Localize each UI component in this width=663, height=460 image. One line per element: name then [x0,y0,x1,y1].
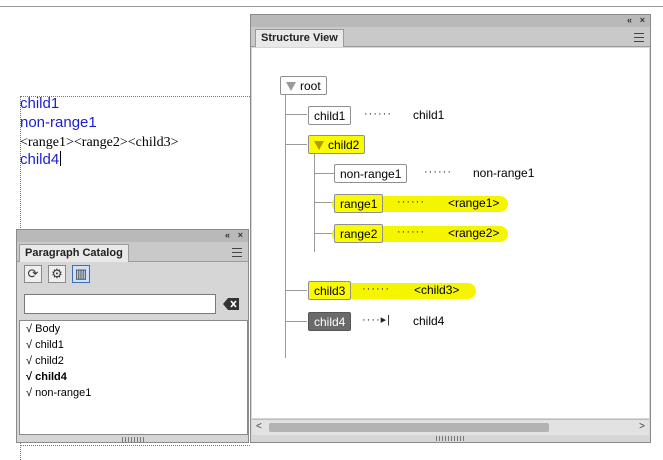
catalog-item-body[interactable]: √ Body [26,322,60,337]
text-caret [60,151,62,166]
tree-branch-line [314,202,334,203]
structure-view-tabrow: Structure View [251,27,650,47]
catalog-item-label: non-range1 [35,387,92,399]
hscroll-thumb[interactable] [269,423,549,432]
tree-branch-line [314,233,334,234]
collapse-panel-icon[interactable]: « [627,15,632,26]
tree-trunk-line [285,94,286,358]
resize-grip-icon[interactable] [436,436,464,441]
doc-para-child4[interactable]: child4 [20,150,62,169]
tree-node-child4[interactable]: child4 [308,312,352,331]
tree-node-range1[interactable]: range1 [334,194,384,213]
check-mark-icon: √ [26,339,33,351]
leader-dots: ····▸| [362,314,392,326]
node-value-range2: <range2> [448,226,500,240]
document-top-border [0,6,663,7]
leader-dots: ······ [397,226,425,238]
clear-search-icon[interactable] [222,296,240,312]
structure-tree-area: root child1 ······ child1 child2 non-ran… [252,48,649,418]
check-mark-icon: √ [26,387,33,399]
tree-sub-trunk-line [314,154,315,252]
tree-branch-line [285,290,307,291]
catalog-item-label: Body [35,323,61,335]
delete-icon[interactable]: ▥ [72,265,90,283]
catalog-list: √ Body √ child1 √ child2 √ child4 √ non-… [19,320,248,435]
catalog-item-label: child4 [35,371,67,383]
paragraph-catalog-panel: « × Paragraph Catalog ⟳ ⚙ ▥ √ Body √ chi… [16,229,249,443]
check-mark-icon: √ [26,355,33,367]
close-panel-icon[interactable]: × [640,15,645,26]
node-value-child1: child1 [413,108,445,122]
structure-hscrollbar[interactable]: < > [252,419,649,435]
resize-grip-icon[interactable] [122,437,144,442]
tree-branch-line [314,173,334,174]
tree-node-root[interactable]: root [280,76,327,95]
gear-icon[interactable]: ⚙ [48,265,66,283]
tab-structure-view[interactable]: Structure View [255,29,344,47]
paragraph-catalog-tabrow: Paragraph Catalog [17,242,248,262]
collapse-panel-icon[interactable]: « [225,230,230,241]
tree-node-child1[interactable]: child1 [308,106,352,125]
text-frame-bottom-edge [20,445,250,446]
catalog-item-child1[interactable]: √ child1 [26,338,64,353]
check-mark-icon: √ [26,371,33,383]
text-frame-left-edge-lower [20,440,21,460]
doc-para-child4-text: child4 [20,151,60,168]
catalog-search-input[interactable] [24,294,216,314]
node-value-child3: <child3> [414,283,460,297]
catalog-item-label: child1 [35,339,64,351]
tree-node-non-range1[interactable]: non-range1 [334,164,408,183]
doc-para-child1[interactable]: child1 [20,94,59,113]
catalog-item-non-range1[interactable]: √ non-range1 [26,386,91,401]
catalog-item-child4[interactable]: √ child4 [26,370,67,385]
tree-node-child3[interactable]: child3 [308,281,352,300]
tree-branch-line [285,321,307,322]
panel-menu-icon[interactable] [232,248,242,257]
expand-triangle-icon[interactable] [286,82,296,91]
node-value-child4: child4 [413,314,445,328]
tree-node-range2[interactable]: range2 [334,224,384,243]
node-label: child2 [328,138,360,152]
leader-dots: ······ [397,196,425,208]
catalog-item-child2[interactable]: √ child2 [26,354,64,369]
catalog-item-label: child2 [35,355,64,367]
leader-dots: ······ [362,283,390,295]
tree-branch-line [285,144,307,145]
close-panel-icon[interactable]: × [238,230,243,241]
scroll-left-icon[interactable]: < [256,421,262,432]
leader-dots: ······ [364,108,392,120]
tree-node-child2[interactable]: child2 [308,135,366,154]
check-mark-icon: √ [26,323,33,335]
expand-triangle-icon[interactable] [314,141,324,150]
doc-para-non-range1[interactable]: non-range1 [20,113,97,132]
panel-menu-icon[interactable] [634,33,644,42]
refresh-icon[interactable]: ⟳ [24,265,42,283]
tab-paragraph-catalog[interactable]: Paragraph Catalog [19,244,129,262]
tree-branch-line [285,114,307,115]
node-value-range1: <range1> [448,196,500,210]
node-value-non-range1: non-range1 [473,166,535,180]
structure-view-panel: « × Structure View root child1 ······ ch… [250,14,651,443]
scroll-right-icon[interactable]: > [639,421,645,432]
node-label: root [300,79,321,93]
leader-dots: ······ [424,166,452,178]
